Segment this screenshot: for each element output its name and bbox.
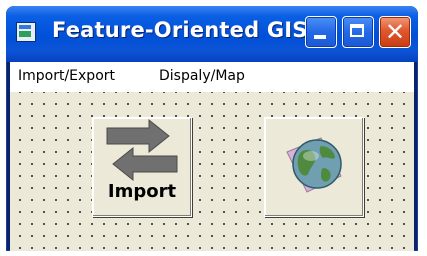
title-bar[interactable]: Feature-Oriented GIS ✕: [6, 6, 418, 62]
app-icon[interactable]: [16, 22, 36, 42]
menu-import-export[interactable]: Import/Export: [18, 68, 115, 84]
app-window: Feature-Oriented GIS ✕ Import/Export Dis…: [6, 6, 418, 251]
minimize-button[interactable]: [305, 16, 337, 48]
close-icon: ✕: [384, 18, 406, 46]
form-canvas: Import: [10, 92, 414, 251]
close-button[interactable]: ✕: [379, 16, 411, 48]
window-title: Feature-Oriented GIS: [52, 18, 308, 42]
import-label: Import: [107, 181, 177, 202]
globe-icon: [286, 137, 342, 193]
menu-display-map[interactable]: Dispaly/Map: [159, 68, 245, 84]
import-button[interactable]: Import: [92, 117, 192, 217]
display-map-button[interactable]: [264, 117, 364, 217]
maximize-button[interactable]: [342, 16, 374, 48]
minimize-icon: [314, 35, 326, 39]
maximize-icon: [350, 24, 364, 37]
menu-bar: Import/Export Dispaly/Map: [10, 62, 414, 92]
